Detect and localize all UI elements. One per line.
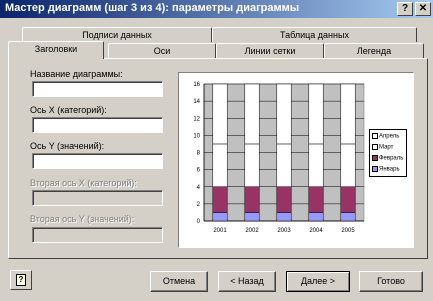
office-assistant-button[interactable]: ? bbox=[10, 270, 32, 290]
cancel-button[interactable]: Отмена bbox=[150, 271, 208, 292]
next-button[interactable]: Далее > bbox=[286, 271, 350, 292]
tab-titles[interactable]: Заголовки bbox=[8, 41, 104, 59]
tab-panel bbox=[8, 58, 428, 259]
finish-button[interactable]: Готово bbox=[359, 271, 423, 292]
back-button[interactable]: < Назад bbox=[218, 271, 276, 292]
help-icon: ? bbox=[16, 274, 26, 286]
